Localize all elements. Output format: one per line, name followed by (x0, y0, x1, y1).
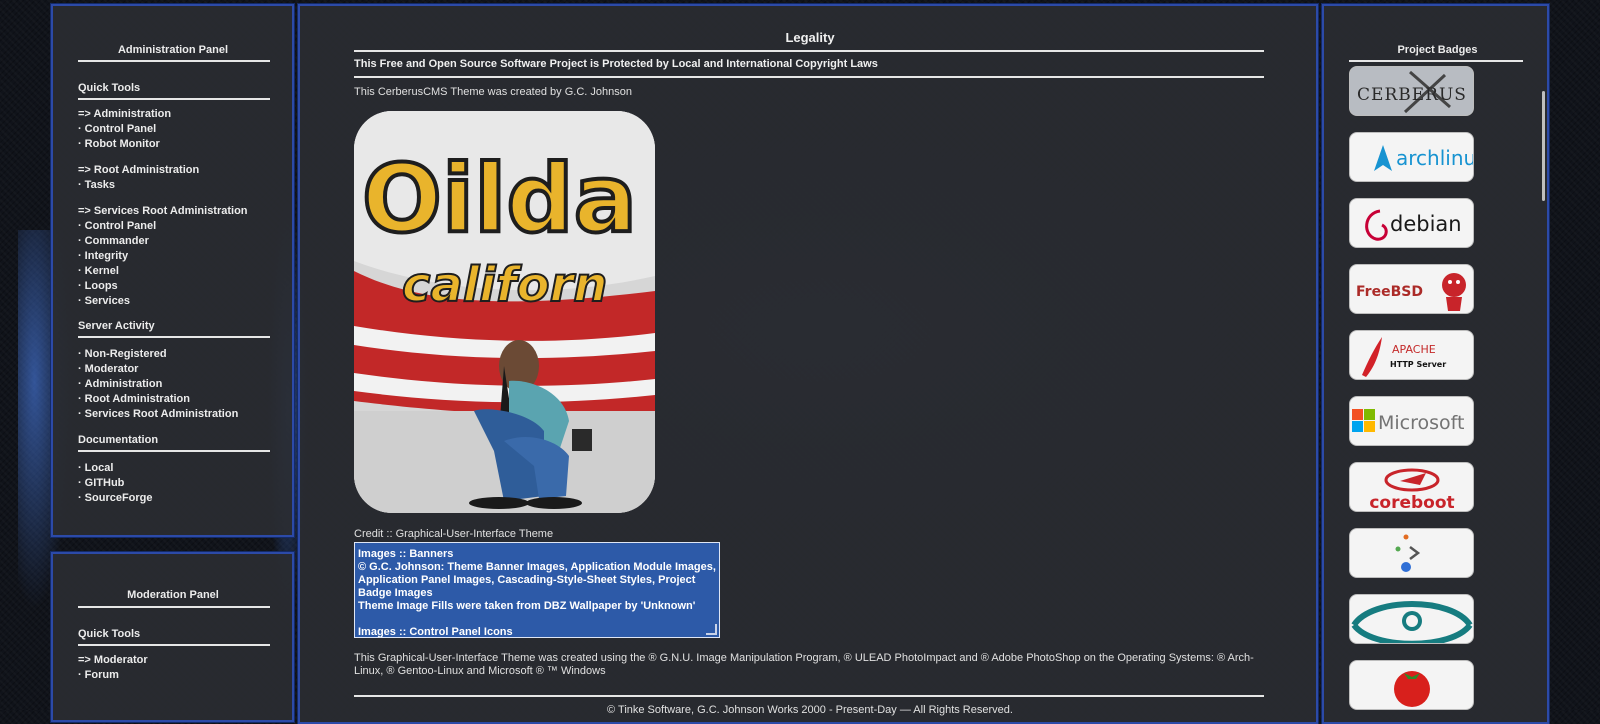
nav-link-local[interactable]: · Local (78, 461, 113, 476)
nav-link-administration[interactable]: · Administration (78, 377, 162, 392)
nav-link-services[interactable]: · Services (78, 294, 130, 309)
debian-badge[interactable]: debian (1349, 198, 1474, 248)
nav-link-services-control-panel[interactable]: · Control Panel (78, 219, 156, 234)
section-heading-quick-tools: Quick Tools (78, 82, 141, 94)
svg-text:CERBERUS: CERBERUS (1357, 85, 1467, 105)
archlinux-badge[interactable]: archlinux (1349, 132, 1474, 182)
nav-link-root-administration[interactable]: · Root Administration (78, 392, 190, 407)
svg-text:debian: debian (1390, 212, 1462, 236)
nav-link-control-panel[interactable]: · Control Panel (78, 122, 156, 137)
divider (78, 60, 270, 62)
administration-panel: Administration Panel Quick Tools => Admi… (50, 3, 295, 538)
nav-link-kernel[interactable]: · Kernel (78, 264, 119, 279)
nav-link-commander[interactable]: · Commander (78, 234, 149, 249)
theme-author-text: This CerberusCMS Theme was created by G.… (354, 86, 632, 98)
divider (354, 695, 1264, 697)
svg-text:APACHE: APACHE (1392, 343, 1436, 356)
section-heading-documentation: Documentation (78, 434, 159, 446)
divider (78, 450, 270, 452)
nav-link-non-registered[interactable]: · Non-Registered (78, 347, 167, 362)
credit-note: This Graphical-User-Interface Theme was … (354, 652, 1254, 677)
nav-link-integrity[interactable]: · Integrity (78, 249, 128, 264)
credit-textarea[interactable]: Images :: Banners © G.C. Johnson: Theme … (354, 542, 720, 638)
nav-heading-services-root-administration[interactable]: => Services Root Administration (78, 204, 248, 219)
nav-heading-root-administration[interactable]: => Root Administration (78, 163, 199, 178)
nav-heading-administration[interactable]: => Administration (78, 107, 171, 122)
moderation-panel: Moderation Panel Quick Tools => Moderato… (50, 551, 295, 723)
svg-text:FreeBSD: FreeBSD (1356, 284, 1423, 300)
nav-link-robot-monitor[interactable]: · Robot Monitor (78, 137, 160, 152)
cerberus-badge[interactable]: CERBERUS (1349, 66, 1474, 116)
divider (354, 50, 1264, 52)
divider (1349, 60, 1523, 62)
nav-link-tasks[interactable]: · Tasks (78, 178, 115, 193)
microsoft-badge[interactable]: Microsoft (1349, 396, 1474, 446)
nav-link-moderator[interactable]: · Moderator (78, 362, 138, 377)
tomato-badge[interactable] (1349, 660, 1474, 710)
section-heading-quick-tools: Quick Tools (78, 628, 141, 640)
nav-link-services-root-administration[interactable]: · Services Root Administration (78, 407, 238, 422)
resize-handle-icon[interactable] (706, 624, 717, 635)
divider (78, 644, 270, 646)
gentoo-prompt-badge[interactable] (1349, 528, 1474, 578)
panel-title: Project Badges (1397, 44, 1478, 56)
credit-label: Credit :: Graphical-User-Interface Theme (354, 528, 554, 540)
divider (78, 606, 270, 608)
divider (78, 98, 270, 100)
coreboot-badge[interactable]: coreboot (1349, 462, 1474, 512)
theme-banner-photo: Oilda californ (354, 111, 655, 513)
project-badges-panel: Project Badges CERBERUS archlinux debian… (1321, 3, 1550, 724)
svg-text:coreboot: coreboot (1369, 493, 1454, 512)
panel-title: Administration Panel (117, 44, 229, 56)
lineageos-badge[interactable] (1349, 594, 1474, 644)
section-heading-server-activity: Server Activity (78, 320, 155, 332)
svg-text:archlinux: archlinux (1396, 146, 1474, 170)
nav-link-github[interactable]: · GITHub (78, 476, 124, 491)
copyright-notice-heading: This Free and Open Source Software Proje… (354, 58, 878, 70)
page-title: Legality (785, 30, 835, 45)
svg-text:californ: californ (402, 257, 607, 313)
nav-link-sourceforge[interactable]: · SourceForge (78, 491, 153, 506)
nav-heading-moderator[interactable]: => Moderator (78, 653, 148, 668)
svg-text:Oilda: Oilda (362, 145, 637, 254)
copyright-footer: © Tinke Software, G.C. Johnson Works 200… (607, 704, 1013, 716)
svg-text:HTTP Server: HTTP Server (1390, 360, 1446, 369)
scrollbar-thumb[interactable] (1542, 91, 1545, 201)
nav-link-loops[interactable]: · Loops (78, 279, 118, 294)
apache-badge[interactable]: APACHE HTTP Server (1349, 330, 1474, 380)
freebsd-badge[interactable]: FreeBSD (1349, 264, 1474, 314)
nav-link-forum[interactable]: · Forum (78, 668, 119, 683)
divider (78, 336, 270, 338)
svg-text:Microsoft: Microsoft (1378, 412, 1464, 434)
legality-panel: Legality This Free and Open Source Softw… (297, 3, 1319, 724)
panel-title: Moderation Panel (127, 589, 219, 601)
divider (354, 76, 1264, 78)
